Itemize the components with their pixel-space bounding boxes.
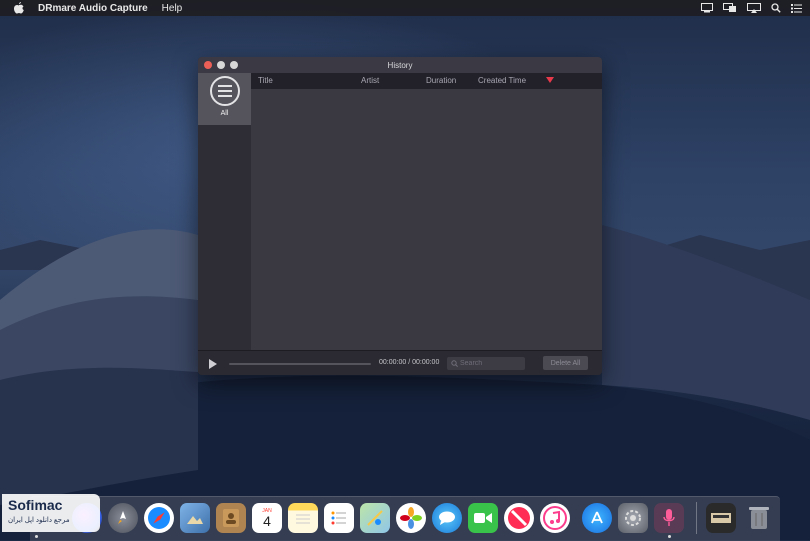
display-icon[interactable] (723, 3, 737, 13)
column-title[interactable]: Title (258, 76, 273, 85)
app-menu[interactable]: DRmare Audio Capture (38, 3, 148, 14)
mail-photo-icon[interactable] (180, 503, 210, 533)
system-preferences-icon[interactable] (618, 503, 648, 533)
dock-separator (696, 502, 697, 534)
sidebar: All (198, 73, 251, 350)
app-store-icon[interactable] (582, 503, 612, 533)
sidebar-item-all[interactable]: All (198, 73, 251, 125)
spotlight-icon[interactable] (771, 3, 781, 13)
search-input[interactable] (460, 360, 520, 367)
zoom-button[interactable] (230, 61, 238, 69)
history-list[interactable] (251, 89, 602, 350)
progress-slider[interactable] (229, 363, 371, 365)
table-header: Title Artist Duration Created Time (251, 73, 602, 89)
audio-capture-icon[interactable] (654, 503, 684, 533)
play-button[interactable] (209, 359, 217, 369)
running-indicator (668, 535, 671, 538)
list-menu-icon (209, 76, 240, 106)
column-duration[interactable]: Duration (426, 76, 456, 85)
search-icon (451, 360, 458, 367)
watermark-logo: Sofimac مرجع دانلود اپل ایران (2, 494, 100, 532)
player-bar: 00:00:00 / 00:00:00 Delete All (198, 350, 602, 375)
sort-descending-icon[interactable] (546, 77, 554, 83)
delete-all-button[interactable]: Delete All (543, 356, 588, 370)
playback-time: 00:00:00 / 00:00:00 (379, 359, 440, 366)
notification-icon[interactable] (701, 3, 713, 13)
column-created-time[interactable]: Created Time (478, 76, 526, 85)
facetime-icon[interactable] (468, 503, 498, 533)
downloads-stack-icon[interactable] (706, 503, 736, 533)
news-icon[interactable] (504, 503, 534, 533)
watermark-brand: Sofimac (8, 497, 63, 513)
airplay-icon[interactable] (747, 3, 761, 13)
watermark-tagline: مرجع دانلود اپل ایران (8, 517, 70, 524)
help-menu[interactable]: Help (162, 3, 183, 14)
safari-icon[interactable] (144, 503, 174, 533)
close-button[interactable] (204, 61, 212, 69)
calendar-day: 4 (263, 513, 271, 529)
itunes-icon[interactable] (540, 503, 570, 533)
running-indicator (35, 535, 38, 538)
status-icons (701, 0, 802, 16)
messages-icon[interactable] (432, 503, 462, 533)
reminders-icon[interactable] (324, 503, 354, 533)
maps-icon[interactable] (360, 503, 390, 533)
sidebar-item-label: All (220, 110, 229, 117)
window-title: History (387, 60, 413, 70)
trash-icon[interactable] (744, 503, 774, 533)
menu-bar: DRmare Audio Capture Help (0, 0, 810, 16)
launchpad-icon[interactable] (108, 503, 138, 533)
notes-icon[interactable] (288, 503, 318, 533)
history-window: History All Title Artist Duration Create… (198, 57, 602, 375)
control-list-icon[interactable] (791, 3, 802, 13)
minimize-button[interactable] (217, 61, 225, 69)
search-field[interactable] (447, 357, 525, 370)
window-controls (204, 61, 238, 69)
calendar-icon[interactable]: JAN 4 (252, 503, 282, 533)
photos-icon[interactable] (396, 503, 426, 533)
contacts-icon[interactable] (216, 503, 246, 533)
column-artist[interactable]: Artist (361, 76, 379, 85)
window-titlebar[interactable]: History (198, 57, 602, 73)
apple-logo-icon[interactable] (12, 1, 26, 15)
